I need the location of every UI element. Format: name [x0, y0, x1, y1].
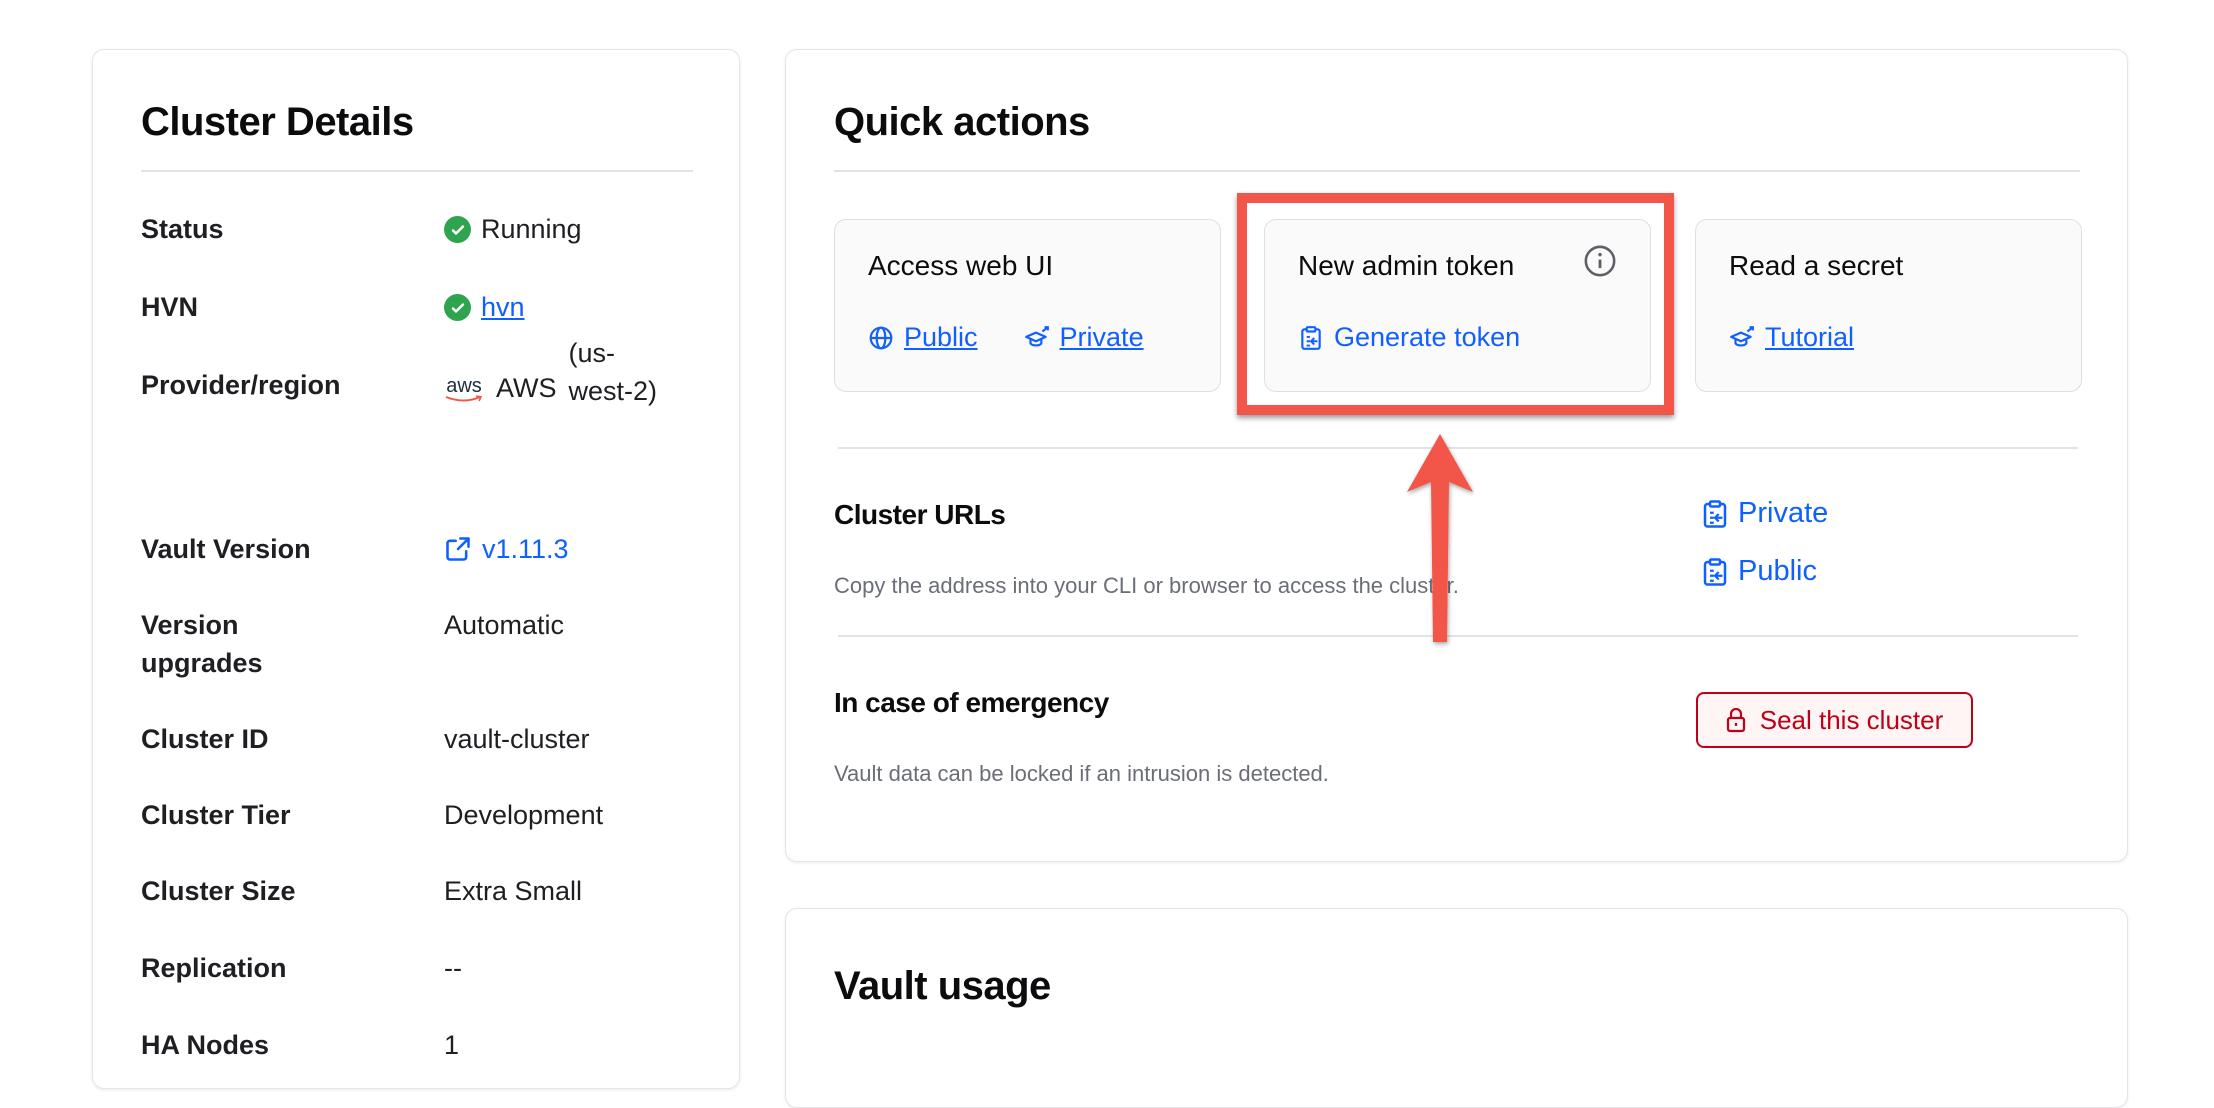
- globe-icon: [868, 325, 894, 351]
- aws-logo-icon: aws: [444, 376, 484, 403]
- vault-usage-card: Vault usage: [785, 908, 2128, 1108]
- cluster-details-title: Cluster Details: [141, 100, 414, 144]
- tile-access-web-ui: Access web UI Public Private: [834, 219, 1221, 392]
- detail-label: Cluster ID: [141, 724, 269, 754]
- cluster-size-value: Extra Small: [444, 876, 583, 906]
- detail-row-hvn: HVN hvn: [141, 288, 701, 326]
- learn-icon: [1024, 325, 1050, 351]
- seal-cluster-button[interactable]: Seal this cluster: [1696, 692, 1973, 748]
- check-circle-icon: [444, 294, 471, 321]
- cluster-urls-title: Cluster URLs: [834, 499, 1006, 530]
- check-circle-icon: [444, 216, 471, 243]
- tile-read-a-secret: Read a secret Tutorial: [1695, 219, 2082, 392]
- vault-version-value: v1.11.3: [482, 534, 569, 564]
- detail-label: Vault Version: [141, 534, 311, 564]
- divider: [834, 170, 2080, 172]
- detail-label: Status: [141, 214, 224, 244]
- clipboard-icon: [1700, 556, 1730, 588]
- cluster-id-value: vault-cluster: [444, 724, 590, 754]
- copy-public-url-button[interactable]: Public: [1700, 555, 1817, 588]
- public-link[interactable]: Public: [868, 322, 978, 353]
- tile-title: Access web UI: [868, 250, 1054, 281]
- lock-icon: [1726, 707, 1746, 733]
- tile-title: Read a secret: [1729, 250, 1904, 281]
- detail-row-version-upgrades: Version upgrades Automatic: [141, 606, 701, 682]
- external-link-icon: [444, 535, 472, 563]
- detail-row-cluster-size: Cluster Size Extra Small: [141, 872, 701, 910]
- detail-row-cluster-tier: Cluster Tier Development: [141, 796, 701, 834]
- tile-new-admin-token: New admin token Generate token: [1264, 219, 1651, 392]
- annotation-arrow-icon: [1405, 430, 1475, 650]
- status-value: Running: [481, 214, 582, 244]
- version-upgrades-value: Automatic: [444, 610, 565, 640]
- emergency-description: Vault data can be locked if an intrusion…: [834, 761, 1329, 786]
- learn-icon: [1729, 325, 1755, 351]
- detail-row-cluster-id: Cluster ID vault-cluster: [141, 720, 701, 758]
- detail-row-replication: Replication --: [141, 949, 701, 987]
- detail-row-status: Status Running: [141, 210, 701, 248]
- copy-private-url-button[interactable]: Private: [1700, 497, 1828, 530]
- private-link[interactable]: Private: [1024, 322, 1144, 353]
- replication-value: --: [444, 953, 462, 983]
- info-icon[interactable]: [1583, 244, 1617, 278]
- detail-label: Cluster Tier: [141, 800, 291, 830]
- detail-label: Replication: [141, 953, 287, 983]
- clipboard-icon: [1700, 498, 1730, 530]
- detail-row-provider-region: Provider/region aws AWS (us-west-2): [141, 338, 701, 410]
- emergency-title: In case of emergency: [834, 687, 1109, 718]
- hvn-link[interactable]: hvn: [481, 288, 525, 326]
- clipboard-icon: [1298, 325, 1324, 351]
- detail-label: HVN: [141, 292, 199, 322]
- detail-label: Version upgrades: [141, 610, 263, 678]
- detail-row-vault-version: Vault Version v1.11.3: [141, 530, 701, 568]
- detail-label: Provider/region: [141, 370, 341, 400]
- cluster-details-card: Cluster Details Status Running HVN hvn P…: [92, 49, 740, 1089]
- detail-label: Cluster Size: [141, 876, 296, 906]
- quick-actions-title: Quick actions: [834, 100, 1090, 144]
- vault-usage-title: Vault usage: [834, 964, 1051, 1008]
- tile-title: New admin token: [1298, 250, 1515, 281]
- divider: [141, 170, 693, 172]
- cluster-urls-description: Copy the address into your CLI or browse…: [834, 573, 1459, 598]
- generate-token-link[interactable]: Generate token: [1298, 322, 1520, 353]
- cluster-tier-value: Development: [444, 800, 604, 830]
- region-value: (us-west-2): [568, 338, 658, 406]
- provider-value: AWS: [496, 373, 557, 403]
- tutorial-link[interactable]: Tutorial: [1729, 322, 1854, 353]
- vault-version-link[interactable]: v1.11.3: [444, 530, 701, 568]
